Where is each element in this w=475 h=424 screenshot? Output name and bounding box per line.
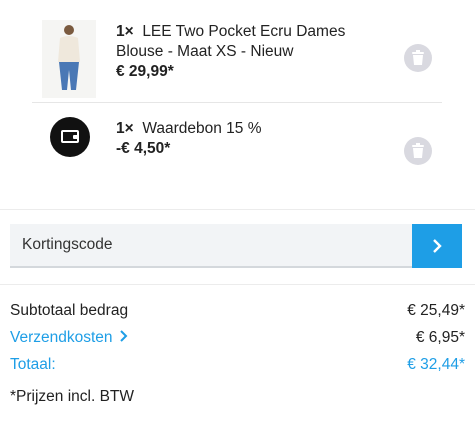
- apply-coupon-button[interactable]: [412, 224, 462, 268]
- coupon-code-input[interactable]: [10, 224, 412, 268]
- remove-item-button[interactable]: [404, 137, 432, 165]
- order-summary: Subtotaal bedrag € 25,49* Verzendkosten …: [10, 302, 465, 383]
- cart-item: 1× Waardebon 15 % -€ 4,50*: [32, 103, 442, 195]
- item-quantity: 1×: [116, 120, 134, 137]
- item-price: -€ 4,50*: [116, 140, 171, 157]
- total-value: € 32,44*: [407, 356, 465, 373]
- remove-item-button[interactable]: [404, 44, 432, 72]
- item-name: Waardebon 15 %: [142, 120, 262, 137]
- divider: [0, 209, 475, 210]
- trash-icon: [412, 143, 424, 158]
- item-name[interactable]: LEE Two Pocket Ecru Dames Blouse - Maat …: [116, 23, 345, 60]
- item-quantity: 1×: [116, 23, 134, 40]
- divider: [0, 284, 475, 285]
- product-image[interactable]: [42, 20, 96, 98]
- total-label: Totaal:: [10, 356, 56, 373]
- chevron-right-icon: [120, 330, 128, 342]
- item-price: € 29,99*: [116, 63, 174, 80]
- subtotal-row: Subtotaal bedrag € 25,49*: [10, 302, 465, 329]
- subtotal-label: Subtotaal bedrag: [10, 302, 129, 319]
- coupon-form: [10, 224, 462, 268]
- vat-note: *Prijzen incl. BTW: [10, 388, 135, 405]
- voucher-image: [50, 117, 90, 157]
- trash-icon: [412, 50, 424, 65]
- item-text: 1× LEE Two Pocket Ecru Dames Blouse - Ma…: [116, 22, 386, 82]
- subtotal-value: € 25,49*: [407, 302, 465, 319]
- total-row: Totaal: € 32,44*: [10, 356, 465, 383]
- wallet-icon: [50, 117, 90, 157]
- shipping-link[interactable]: Verzendkosten: [10, 329, 128, 356]
- shipping-label: Verzendkosten: [10, 329, 113, 346]
- shipping-value: € 6,95*: [415, 329, 465, 346]
- shipping-row: Verzendkosten € 6,95*: [10, 329, 465, 356]
- item-text: 1× Waardebon 15 % -€ 4,50*: [116, 119, 386, 159]
- chevron-right-icon: [433, 239, 442, 253]
- cart-item: 1× LEE Two Pocket Ecru Dames Blouse - Ma…: [32, 10, 442, 103]
